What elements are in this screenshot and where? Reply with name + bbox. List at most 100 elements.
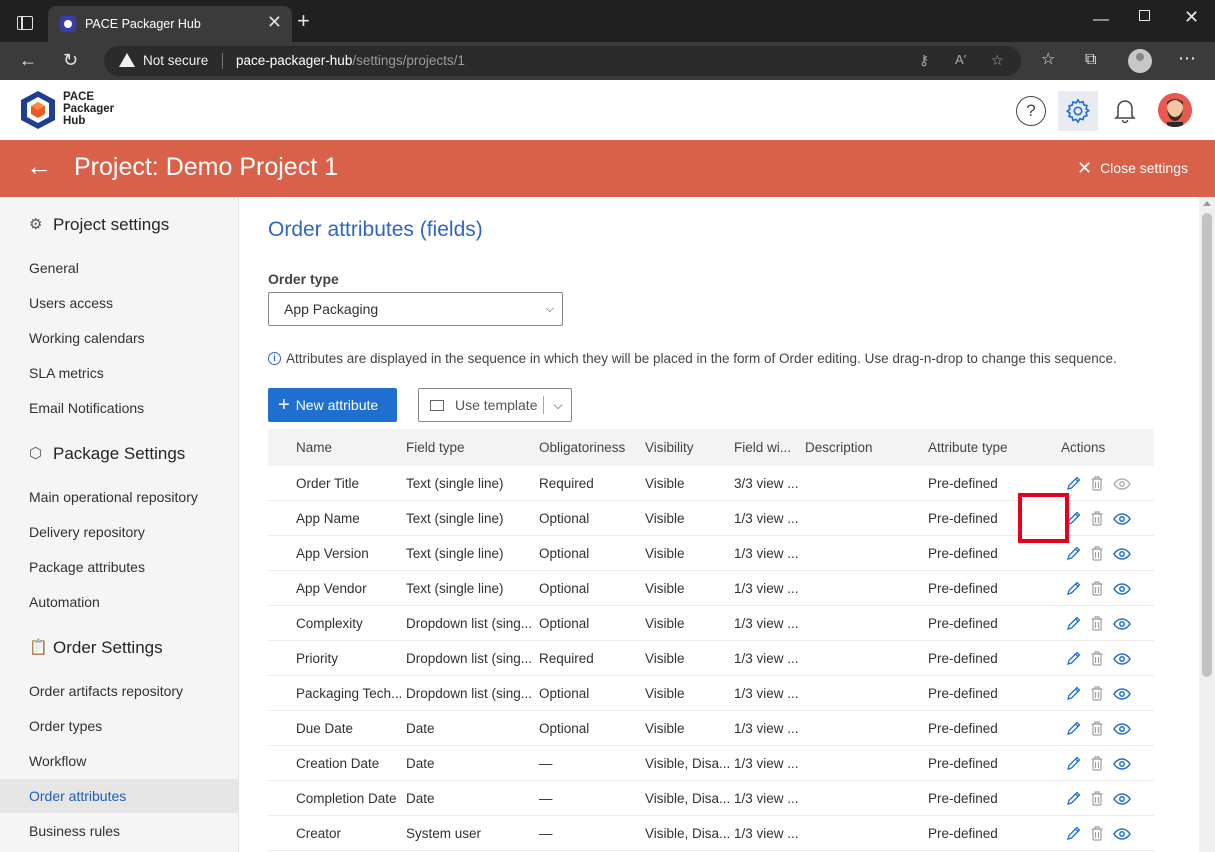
delete-trash-icon[interactable]	[1090, 755, 1104, 775]
chevron-down-icon[interactable]: ⌵	[553, 398, 562, 413]
notifications-bell-icon[interactable]	[1109, 94, 1141, 126]
back-arrow-icon[interactable]: ←	[26, 153, 52, 179]
table-row[interactable]: Completion Date Date — Visible, Disa... 1/3 …	[268, 781, 1154, 816]
cell-field-width: 1/3 view ...	[734, 685, 799, 701]
more-icon[interactable]: ⋯	[1178, 49, 1196, 67]
close-settings-button[interactable]: ✕ Close settings	[1077, 159, 1188, 177]
tab-close-icon[interactable]: ✕	[267, 13, 282, 31]
edit-pencil-icon[interactable]	[1065, 825, 1082, 845]
table-row[interactable]: Packaging Tech... Dropdown list (sing... O…	[268, 676, 1154, 711]
delete-trash-icon[interactable]	[1090, 825, 1104, 845]
column-header-field-width[interactable]: Field wi...	[734, 429, 802, 466]
help-icon[interactable]: ?	[1016, 96, 1046, 126]
sidebar-item-order-attributes[interactable]: Order attributes	[0, 779, 238, 813]
visibility-eye-icon[interactable]	[1113, 547, 1131, 564]
favorites-icon[interactable]: ☆	[1041, 51, 1055, 69]
favorite-add-icon[interactable]: ☆	[991, 52, 1004, 69]
edit-pencil-icon[interactable]	[1065, 685, 1082, 705]
delete-trash-icon[interactable]	[1090, 615, 1104, 635]
profile-icon[interactable]	[1128, 49, 1152, 73]
delete-trash-icon[interactable]	[1090, 475, 1104, 495]
sidebar-item-business-rules[interactable]: Business rules	[0, 814, 238, 848]
new-tab-button[interactable]: +	[297, 10, 310, 32]
cell-name: Packaging Tech...	[296, 685, 401, 701]
sidebar-item-order-types[interactable]: Order types	[0, 709, 238, 743]
scrollbar-thumb[interactable]	[1202, 213, 1212, 677]
cell-obligatoriness: Optional	[539, 510, 590, 526]
sidebar-item-package-attributes[interactable]: Package attributes	[0, 550, 238, 584]
cell-field-type: Dropdown list (sing...	[406, 650, 533, 666]
table-row[interactable]: Complexity Dropdown list (sing... Optional…	[268, 606, 1154, 641]
sidebar-item-workflow[interactable]: Workflow	[0, 744, 238, 778]
sidebar-item-delivery-repository[interactable]: Delivery repository	[0, 515, 238, 549]
visibility-eye-icon[interactable]	[1113, 687, 1131, 704]
new-attribute-button[interactable]: + New attribute	[268, 388, 397, 422]
visibility-eye-icon[interactable]	[1113, 617, 1131, 634]
visibility-eye-icon[interactable]	[1113, 827, 1131, 844]
table-row[interactable]: Creation Date Date — Visible, Disa... 1/3 vi…	[268, 746, 1154, 781]
minimize-icon[interactable]: —	[1093, 12, 1109, 28]
back-icon[interactable]: ←	[19, 50, 37, 70]
edit-pencil-icon[interactable]	[1065, 615, 1082, 635]
settings-gear-icon[interactable]	[1058, 91, 1098, 131]
column-header-visibility[interactable]: Visibility	[645, 429, 729, 466]
visibility-eye-icon[interactable]	[1113, 792, 1131, 809]
visibility-eye-icon[interactable]	[1113, 652, 1131, 669]
visibility-eye-icon[interactable]	[1113, 757, 1131, 774]
maximize-icon[interactable]	[1139, 10, 1150, 21]
visibility-eye-icon[interactable]	[1113, 722, 1131, 739]
browser-tab[interactable]: PACE Packager Hub ✕	[48, 6, 292, 42]
table-row[interactable]: Creator System user — Visible, Disa... 1/3 v…	[268, 816, 1154, 851]
url-text[interactable]: pace-packager-hub/settings/projects/1	[236, 53, 465, 68]
sidebar-item-general[interactable]: General	[0, 251, 238, 285]
delete-trash-icon[interactable]	[1090, 685, 1104, 705]
edit-pencil-icon[interactable]	[1065, 475, 1082, 495]
security-label[interactable]: Not secure	[143, 53, 208, 68]
logo-icon[interactable]	[20, 90, 56, 130]
table-row[interactable]: Priority Dropdown list (sing... Required Vi…	[268, 641, 1154, 676]
window-close-icon[interactable]: ✕	[1184, 8, 1199, 26]
sidebar-item-email-notifications[interactable]: Email Notifications	[0, 391, 238, 425]
edit-pencil-icon[interactable]	[1065, 755, 1082, 775]
address-bar[interactable]: Not secure pace-packager-hub/settings/pr…	[104, 46, 1021, 76]
table-row[interactable]: App Vendor Text (single line) Optional Visi…	[268, 571, 1154, 606]
delete-trash-icon[interactable]	[1090, 510, 1104, 530]
cell-field-type: Date	[406, 720, 435, 736]
column-header-obligatoriness[interactable]: Obligatoriness	[539, 429, 639, 466]
edit-pencil-icon[interactable]	[1065, 720, 1082, 740]
delete-trash-icon[interactable]	[1090, 720, 1104, 740]
sidebar-item-working-calendars[interactable]: Working calendars	[0, 321, 238, 355]
sidebar-item-order-artifacts[interactable]: Order artifacts repository	[0, 674, 238, 708]
delete-trash-icon[interactable]	[1090, 650, 1104, 670]
tab-actions-icon[interactable]	[17, 16, 33, 30]
sidebar-item-main-repository[interactable]: Main operational repository	[0, 480, 238, 514]
read-aloud-icon[interactable]: A‛	[955, 52, 967, 67]
table-row[interactable]: Due Date Date Optional Visible 1/3 view ... P…	[268, 711, 1154, 746]
order-type-select[interactable]: App Packaging ⌵	[268, 292, 563, 326]
edit-pencil-icon[interactable]	[1065, 650, 1082, 670]
sidebar-item-automation[interactable]: Automation	[0, 585, 238, 619]
column-header-field-type[interactable]: Field type	[406, 429, 534, 466]
refresh-icon[interactable]: ↻	[63, 50, 78, 70]
delete-trash-icon[interactable]	[1090, 580, 1104, 600]
visibility-eye-icon[interactable]	[1113, 512, 1131, 529]
edit-pencil-icon[interactable]	[1065, 790, 1082, 810]
collections-icon[interactable]: ⧉	[1085, 51, 1096, 69]
column-header-description[interactable]: Description	[805, 429, 925, 466]
settings-sidebar: ⚙ Project settings General Users access …	[0, 197, 239, 852]
delete-trash-icon[interactable]	[1090, 790, 1104, 810]
use-template-button[interactable]: Use template ⌵	[418, 388, 572, 422]
sidebar-item-users-access[interactable]: Users access	[0, 286, 238, 320]
edit-pencil-icon[interactable]	[1065, 580, 1082, 600]
key-icon[interactable]: ⚷	[919, 52, 929, 69]
column-header-name[interactable]: Name	[296, 429, 401, 466]
scroll-up-icon[interactable]	[1203, 201, 1211, 206]
visibility-eye-icon[interactable]	[1113, 477, 1131, 494]
sidebar-item-sla-metrics[interactable]: SLA metrics	[0, 356, 238, 390]
edit-pencil-icon[interactable]	[1065, 545, 1082, 565]
scrollbar[interactable]	[1199, 197, 1215, 852]
column-header-attribute-type[interactable]: Attribute type	[928, 429, 1048, 466]
visibility-eye-icon[interactable]	[1113, 582, 1131, 599]
user-avatar[interactable]	[1158, 93, 1192, 127]
delete-trash-icon[interactable]	[1090, 545, 1104, 565]
